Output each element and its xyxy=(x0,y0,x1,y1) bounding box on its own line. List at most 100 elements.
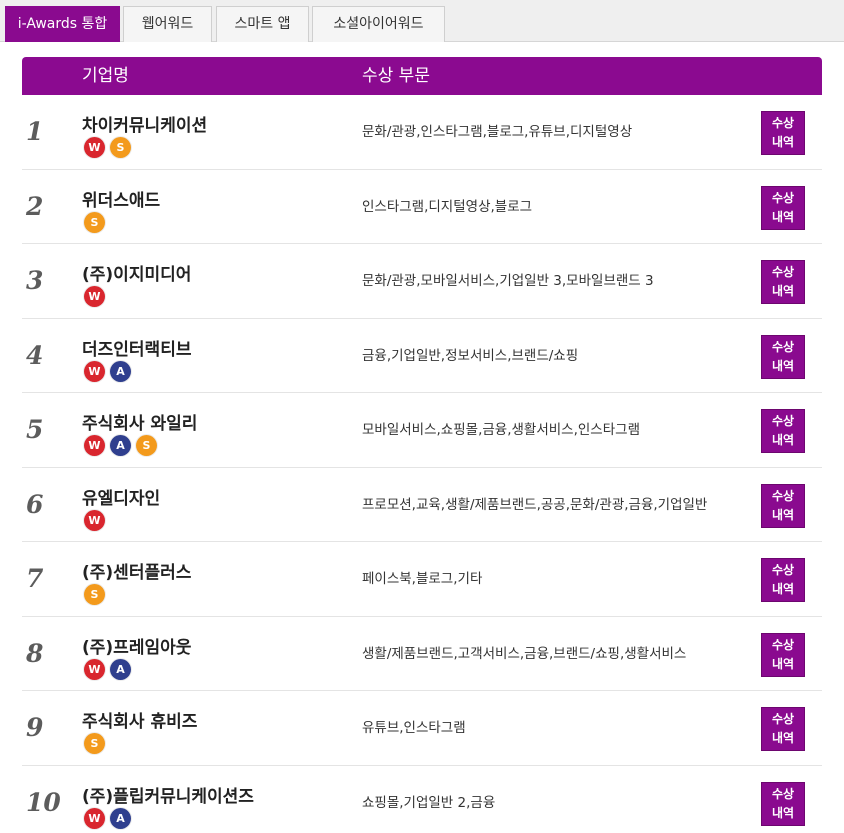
award-badge-a-icon: A xyxy=(110,658,131,680)
award-button-label-2: 내역 xyxy=(771,284,795,298)
tab-web-award[interactable]: 웹어워드 xyxy=(123,6,212,42)
rank-number: 1 xyxy=(26,117,44,146)
award-history-button[interactable]: 수상 내역 xyxy=(761,781,805,826)
company-name: (주)센터플러스 xyxy=(82,563,192,583)
award-button-label-2: 내역 xyxy=(771,507,795,522)
award-button-label-1: 수상 xyxy=(771,116,795,130)
award-history-button[interactable]: 수상 내역 xyxy=(761,558,805,602)
award-categories: 생활/제품브랜드,고객서비스,금융,브랜드/쇼핑,생활서비스 xyxy=(362,617,752,691)
award-badge-w-icon: W xyxy=(84,658,105,680)
award-categories-text: 프로모션,교육,생활/제품브랜드,공공,문화/관광,금융,기업일반 xyxy=(362,496,708,513)
rank-number: 7 xyxy=(26,564,44,593)
award-button-label-1: 수상 xyxy=(771,712,795,726)
award-categories: 쇼핑몰,기업일반 2,금융 xyxy=(362,766,752,833)
award-badge-s-icon: S xyxy=(110,137,131,158)
award-button-label-1: 수상 xyxy=(771,637,795,652)
company-name: 유엘디자인 xyxy=(82,488,161,509)
award-categories: 페이스북,블로그,기타 xyxy=(362,542,752,616)
company-name: 위더스애드 xyxy=(82,190,161,211)
award-categories: 프로모션,교육,생활/제품브랜드,공공,문화/관광,금융,기업일반 xyxy=(362,468,752,542)
award-button-label-1: 수상 xyxy=(771,563,795,577)
rank-number: 9 xyxy=(26,713,44,742)
award-categories-text: 인스타그램,디지털영상,블로그 xyxy=(362,198,533,215)
award-badge-w-icon: W xyxy=(84,435,105,456)
award-categories: 문화/관광,인스타그램,블로그,유튜브,디지털영상 xyxy=(362,95,752,169)
award-badge-a-icon: A xyxy=(110,807,131,829)
award-badge-s-icon: S xyxy=(84,584,105,605)
table-row: 5 주식회사 와일리 WAS 모바일서비스,쇼핑몰,금융,생활서비스,인스타그램… xyxy=(22,393,822,468)
award-button-label-1: 수상 xyxy=(771,339,795,354)
award-categories-text: 문화/관광,인스타그램,블로그,유튜브,디지털영상 xyxy=(362,124,633,140)
award-badge-a-icon: A xyxy=(110,435,131,456)
header-category: 수상 부문 xyxy=(362,66,430,86)
award-badges: WA xyxy=(84,658,131,681)
award-badges: WA xyxy=(84,807,131,830)
award-badges: S xyxy=(84,584,105,606)
award-button-label-1: 수상 xyxy=(771,786,795,801)
table-row: 8 (주)프레임아웃 WA 생활/제품브랜드,고객서비스,금융,브랜드/쇼핑,생… xyxy=(22,617,822,691)
award-categories-text: 금융,기업일반,정보서비스,브랜드/쇼핑 xyxy=(362,347,579,364)
award-badges: W xyxy=(84,286,105,308)
rank-number: 5 xyxy=(26,415,44,444)
award-history-button[interactable]: 수상 내역 xyxy=(761,707,805,751)
award-badge-w-icon: W xyxy=(84,509,105,531)
award-button-label-2: 내역 xyxy=(771,582,795,596)
company-name: 차이커뮤니케이션 xyxy=(82,116,208,136)
award-history-button[interactable]: 수상 내역 xyxy=(761,334,805,379)
award-history-button[interactable]: 수상 내역 xyxy=(761,632,805,677)
award-button-label-1: 수상 xyxy=(771,414,795,428)
award-history-button[interactable]: 수상 내역 xyxy=(761,260,805,304)
award-button-label-2: 내역 xyxy=(771,656,795,671)
table-row: 2 위더스애드 S 인스타그램,디지털영상,블로그 수상 내역 xyxy=(22,170,822,244)
tab-smart-app[interactable]: 스마트 앱 xyxy=(216,6,309,42)
award-history-button[interactable]: 수상 내역 xyxy=(761,409,805,453)
award-categories-text: 생활/제품브랜드,고객서비스,금융,브랜드/쇼핑,생활서비스 xyxy=(362,645,687,662)
company-name: (주)프레임아웃 xyxy=(82,637,192,658)
rank-number: 6 xyxy=(26,489,44,519)
table-row: 1 차이커뮤니케이션 WS 문화/관광,인스타그램,블로그,유튜브,디지털영상 … xyxy=(22,95,822,170)
award-badges: WS xyxy=(84,137,131,159)
award-categories-text: 유튜브,인스타그램 xyxy=(362,720,466,736)
award-categories-text: 문화/관광,모바일서비스,기업일반 3,모바일브랜드 3 xyxy=(362,273,654,289)
award-categories: 유튜브,인스타그램 xyxy=(362,691,752,765)
table-row: 6 유엘디자인 W 프로모션,교육,생활/제품브랜드,공공,문화/관광,금융,기… xyxy=(22,468,822,542)
company-name: (주)플립커뮤니케이션즈 xyxy=(82,786,254,807)
award-badge-w-icon: W xyxy=(84,360,105,382)
table-row: 10 (주)플립커뮤니케이션즈 WA 쇼핑몰,기업일반 2,금융 수상 내역 xyxy=(22,766,822,833)
award-history-button[interactable]: 수상 내역 xyxy=(761,185,805,230)
award-categories-text: 쇼핑몰,기업일반 2,금융 xyxy=(362,794,496,811)
award-button-label-2: 내역 xyxy=(771,209,795,224)
award-badges: WAS xyxy=(84,435,157,457)
award-button-label-2: 내역 xyxy=(771,731,795,745)
company-name: (주)이지미디어 xyxy=(82,265,192,285)
company-name: 주식회사 와일리 xyxy=(82,414,198,434)
tab-i-awards[interactable]: i-Awards 통합 xyxy=(5,6,120,42)
award-badge-s-icon: S xyxy=(84,733,105,754)
award-badge-s-icon: S xyxy=(136,435,157,456)
award-badge-a-icon: A xyxy=(110,360,131,382)
award-button-label-2: 내역 xyxy=(771,135,795,149)
rank-number: 3 xyxy=(26,266,44,295)
award-badge-s-icon: S xyxy=(84,211,105,233)
award-badges: S xyxy=(84,733,105,755)
award-categories: 금융,기업일반,정보서비스,브랜드/쇼핑 xyxy=(362,319,752,393)
award-button-label-1: 수상 xyxy=(771,190,795,205)
award-categories-text: 모바일서비스,쇼핑몰,금융,생활서비스,인스타그램 xyxy=(362,422,640,438)
award-tab-bar: i-Awards 통합 웹어워드 스마트 앱 소셜아이어워드 xyxy=(0,0,844,42)
award-button-label-2: 내역 xyxy=(771,805,795,820)
award-history-button[interactable]: 수상 내역 xyxy=(761,111,805,155)
ranking-list: 1 차이커뮤니케이션 WS 문화/관광,인스타그램,블로그,유튜브,디지털영상 … xyxy=(22,95,822,833)
award-badges: WA xyxy=(84,360,131,383)
header-company: 기업명 xyxy=(82,66,129,86)
award-categories: 인스타그램,디지털영상,블로그 xyxy=(362,170,752,244)
table-row: 4 더즈인터랙티브 WA 금융,기업일반,정보서비스,브랜드/쇼핑 수상 내역 xyxy=(22,319,822,393)
award-button-label-2: 내역 xyxy=(771,358,795,373)
award-badge-w-icon: W xyxy=(84,807,105,829)
rank-number: 2 xyxy=(26,191,44,221)
rank-number: 10 xyxy=(26,787,61,817)
award-history-button[interactable]: 수상 내역 xyxy=(761,483,805,528)
tab-social-award[interactable]: 소셜아이어워드 xyxy=(312,6,445,42)
award-categories-text: 페이스북,블로그,기타 xyxy=(362,571,483,587)
award-badges: S xyxy=(84,211,105,234)
company-name: 더즈인터랙티브 xyxy=(82,339,192,360)
